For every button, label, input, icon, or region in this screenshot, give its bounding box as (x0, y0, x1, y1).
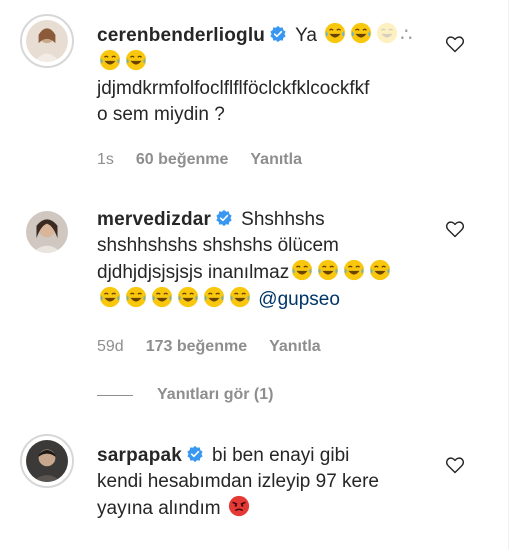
heart-outline-icon (445, 221, 465, 238)
avatar-image (26, 440, 68, 482)
tears-of-joy-emoji (125, 286, 147, 308)
avatar[interactable] (20, 434, 74, 488)
comment-text-line: djdhjdjsjsjsjs inanılmaz (97, 262, 290, 283)
tears-of-joy-emoji (125, 49, 147, 71)
comment-text: Shshhshs (241, 209, 325, 230)
verified-badge-icon (269, 25, 287, 43)
comment-text-line: yayına alındım (97, 498, 221, 519)
avatar[interactable] (20, 205, 74, 259)
comment-meta: 1s 60 beğenme Yanıtla (97, 151, 302, 169)
tears-of-joy-emoji (350, 22, 372, 44)
reply-button[interactable]: Yanıtla (269, 338, 321, 356)
angry-face-emoji (228, 495, 250, 517)
view-replies-label: Yanıtları gör (1) (157, 386, 274, 403)
comment-text: Ya (295, 25, 317, 46)
comments-panel: cerenbenderlioglu Ya ∴ jdjmdkrmfolfoclflf… (0, 0, 509, 549)
comment-text: bi ben enayi gibi (212, 445, 350, 466)
like-button[interactable] (445, 455, 465, 475)
avatar-image (26, 20, 68, 62)
view-replies-divider (97, 394, 133, 396)
mention-link[interactable]: @gupseo (258, 289, 340, 310)
comment-likes[interactable]: 60 beğenme (136, 151, 228, 169)
comment-text-line: shshhshshs shshshs ölücem (97, 235, 339, 256)
comment-body: cerenbenderlioglu Ya ∴ jdjmdkrmfolfoclflf… (97, 22, 437, 128)
tears-of-joy-emoji (151, 286, 173, 308)
comment-likes[interactable]: 173 beğenme (146, 338, 247, 356)
heart-outline-icon (445, 457, 465, 474)
verified-badge-icon (186, 445, 204, 463)
tears-of-joy-emoji (99, 286, 121, 308)
comment-username[interactable]: cerenbenderlioglu (97, 25, 265, 46)
avatar-image (26, 211, 68, 253)
heart-outline-icon (445, 36, 465, 53)
comment-body: mervedizdar Shshhshs shshhshshs shshshs ö… (97, 207, 437, 313)
avatar[interactable] (20, 14, 74, 68)
comment-body: sarpapak bi ben enayi gibi kendi hesabımd… (97, 443, 437, 522)
tears-of-joy-emoji (229, 286, 251, 308)
comment-text-line: jdjmdkrmfolfoclflflföclckfklcockfkf (97, 78, 370, 99)
tears-of-joy-emoji (369, 259, 391, 281)
tears-of-joy-emoji (343, 259, 365, 281)
like-button[interactable] (445, 34, 465, 54)
tears-of-joy-emoji (317, 259, 339, 281)
tears-of-joy-emoji (324, 22, 346, 44)
verified-badge-icon (215, 209, 233, 227)
comment-username[interactable]: mervedizdar (97, 209, 211, 230)
tears-of-joy-emoji (291, 259, 313, 281)
comment-time[interactable]: 59d (97, 338, 124, 356)
tears-of-joy-emoji (376, 22, 398, 44)
view-replies-button[interactable]: Yanıtları gör (1) (97, 386, 273, 404)
tears-of-joy-emoji (99, 49, 121, 71)
like-button[interactable] (445, 219, 465, 239)
comment-username[interactable]: sarpapak (97, 445, 182, 466)
comment-text-line: o sem miydin ? (97, 104, 225, 125)
comment-time[interactable]: 1s (97, 151, 114, 169)
reply-button[interactable]: Yanıtla (250, 151, 302, 169)
comment-text-line: kendi hesabımdan izleyip 97 kere (97, 471, 380, 492)
comment-meta: 59d 173 beğenme Yanıtla (97, 338, 321, 356)
tears-of-joy-emoji (177, 286, 199, 308)
tears-of-joy-emoji (203, 286, 225, 308)
